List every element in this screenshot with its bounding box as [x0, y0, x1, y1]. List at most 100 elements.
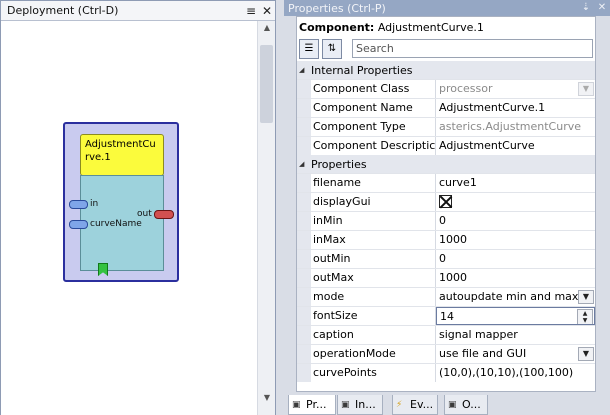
property-name: inMin — [311, 212, 436, 230]
tab-properties[interactable]: ▣ Pr... — [288, 395, 336, 415]
event-port-icon[interactable] — [98, 263, 108, 276]
property-value-text: processor — [439, 82, 493, 95]
checkbox-checked[interactable] — [439, 195, 452, 208]
component-header-value: AdjustmentCurve.1 — [377, 21, 484, 34]
close-icon[interactable]: ✕ — [260, 3, 274, 19]
property-value[interactable]: 1000 — [436, 269, 595, 287]
property-row[interactable]: inMin 0 — [297, 211, 595, 230]
property-name: operationMode — [311, 345, 436, 363]
tab-label: In... — [355, 398, 376, 411]
dropdown-arrow-icon: ▼ — [578, 82, 594, 96]
output-port-out[interactable] — [154, 210, 174, 219]
property-value[interactable]: signal mapper — [436, 326, 595, 344]
row-margin — [297, 118, 311, 136]
search-input[interactable] — [352, 39, 593, 58]
component-block[interactable]: AdjustmentCurve.1 in curveName out — [63, 122, 179, 282]
property-row[interactable]: operationMode use file and GUI ▼ — [297, 344, 595, 363]
property-value[interactable]: AdjustmentCurve — [436, 137, 595, 155]
dropdown-arrow-icon[interactable]: ▼ — [578, 347, 594, 361]
property-value-editor[interactable]: 14 ▲ ▼ — [436, 307, 595, 325]
lightning-icon: ⚡ — [396, 399, 403, 410]
tab-input[interactable]: ▣ In... — [337, 395, 383, 415]
close-icon[interactable]: ✕ — [596, 0, 608, 16]
property-row[interactable]: curvePoints (10,0),(10,10),(100,100) — [297, 363, 595, 382]
pin-dropdown-icon[interactable]: ≡ — [244, 3, 258, 19]
category-internal-properties[interactable]: ◢ Internal Properties — [297, 61, 595, 79]
property-name: curvePoints — [311, 364, 436, 382]
row-margin — [297, 326, 311, 344]
property-value[interactable]: processor ▼ — [436, 80, 595, 98]
dropdown-arrow-icon[interactable]: ▼ — [578, 290, 594, 304]
output-port-label: out — [137, 209, 152, 219]
output-icon: ▣ — [448, 399, 457, 410]
spin-up-icon[interactable]: ▲ — [578, 310, 592, 317]
row-margin — [297, 345, 311, 363]
properties-title-bar: Properties (Ctrl-P) ⇣ ✕ — [284, 0, 610, 16]
property-value[interactable]: (10,0),(10,10),(100,100) — [436, 364, 595, 382]
property-value[interactable]: autoupdate min and max ▼ — [436, 288, 595, 306]
tab-events[interactable]: ⚡ Ev... — [392, 395, 438, 415]
scroll-up-icon[interactable]: ▲ — [258, 21, 276, 35]
property-name: outMin — [311, 250, 436, 268]
property-row[interactable]: inMax 1000 — [297, 230, 595, 249]
property-name: Component Class — [311, 80, 436, 98]
component-name-label[interactable]: AdjustmentCurve.1 — [80, 134, 164, 176]
property-value[interactable]: use file and GUI ▼ — [436, 345, 595, 363]
row-margin — [297, 269, 311, 287]
scrollbar-thumb[interactable] — [260, 45, 273, 123]
property-row[interactable]: outMin 0 — [297, 249, 595, 268]
properties-title: Properties (Ctrl-P) — [288, 1, 386, 15]
row-margin — [297, 137, 311, 155]
category-properties[interactable]: ◢ Properties — [297, 155, 595, 173]
property-row[interactable]: Component Name AdjustmentCurve.1 — [297, 98, 595, 117]
input-port-curvename[interactable] — [69, 220, 88, 229]
property-row[interactable]: filename curve1 — [297, 173, 595, 192]
property-value[interactable] — [436, 193, 595, 211]
row-margin — [297, 193, 311, 211]
spinner-icon[interactable]: ▲ ▼ — [577, 309, 593, 324]
row-margin — [297, 250, 311, 268]
collapse-icon[interactable]: ◢ — [299, 66, 309, 74]
property-name: Component Type — [311, 118, 436, 136]
property-value[interactable]: 1000 — [436, 231, 595, 249]
component-header-label: Component: — [299, 21, 375, 34]
property-name: filename — [311, 174, 436, 192]
property-row[interactable]: mode autoupdate min and max ▼ — [297, 287, 595, 306]
row-margin — [297, 288, 311, 306]
property-value[interactable]: AdjustmentCurve.1 — [436, 99, 595, 117]
property-row[interactable]: Component Type asterics.AdjustmentCurve — [297, 117, 595, 136]
property-row[interactable]: outMax 1000 — [297, 268, 595, 287]
category-label: Properties — [311, 157, 367, 171]
property-name: outMax — [311, 269, 436, 287]
alphabetical-sort-button[interactable]: ⇅ — [322, 39, 342, 59]
categorized-view-button[interactable]: ☰ — [299, 39, 319, 59]
property-value-text: autoupdate min and max — [439, 290, 579, 303]
property-row[interactable]: caption signal mapper — [297, 325, 595, 344]
deployment-panel: Deployment (Ctrl-D) ≡ ✕ AdjustmentCurve.… — [0, 0, 276, 415]
pin-icon[interactable]: ⇣ — [580, 0, 592, 16]
property-row[interactable]: Component Descriptic AdjustmentCurve — [297, 136, 595, 155]
property-name: inMax — [311, 231, 436, 249]
property-value[interactable]: 0 — [436, 250, 595, 268]
property-value[interactable]: asterics.AdjustmentCurve — [436, 118, 595, 136]
vertical-scrollbar[interactable]: ▲ ▼ — [257, 21, 275, 415]
property-row[interactable]: displayGui — [297, 192, 595, 211]
property-row[interactable]: fontSize 14 ▲ ▼ — [297, 306, 595, 325]
input-port-label: in — [90, 199, 99, 209]
tab-output[interactable]: ▣ O... — [444, 395, 488, 415]
row-margin — [297, 212, 311, 230]
row-margin — [297, 231, 311, 249]
spin-down-icon[interactable]: ▼ — [578, 317, 592, 324]
property-name: Component Name — [311, 99, 436, 117]
collapse-icon[interactable]: ◢ — [299, 160, 309, 168]
property-row[interactable]: Component Class processor ▼ — [297, 79, 595, 98]
input-port-in[interactable] — [69, 200, 88, 209]
property-value[interactable]: curve1 — [436, 174, 595, 192]
scroll-down-icon[interactable]: ▼ — [258, 391, 276, 405]
row-margin — [297, 80, 311, 98]
deployment-canvas[interactable]: AdjustmentCurve.1 in curveName out — [1, 21, 257, 415]
property-toolbar: ☰ ⇅ — [297, 37, 595, 61]
property-name: Component Descriptic — [311, 137, 436, 155]
property-value-text: use file and GUI — [439, 347, 527, 360]
property-value[interactable]: 0 — [436, 212, 595, 230]
